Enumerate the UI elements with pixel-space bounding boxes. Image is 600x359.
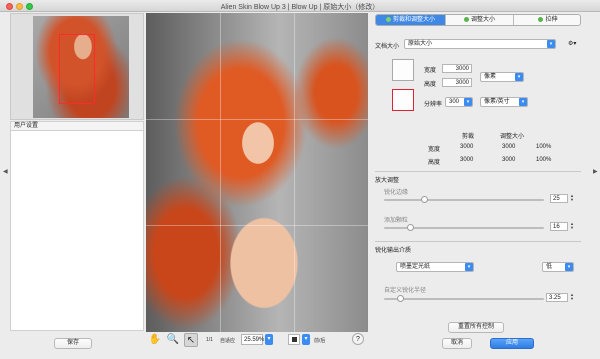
tab-stretch[interactable]: 拉伸 <box>514 15 580 25</box>
background-dropdown[interactable]: ▾ <box>302 334 310 345</box>
navigator-view-frame[interactable] <box>59 34 95 104</box>
navigator-thumbnail[interactable] <box>10 13 144 120</box>
background-swatch[interactable] <box>288 334 300 345</box>
tab-label: 拉伸 <box>545 17 558 23</box>
output-radius-label: 自定义锐化半径 <box>384 288 427 294</box>
tab-crop-resize[interactable]: 剪裁和调整大小 <box>376 15 446 25</box>
chevron-down-icon: ▾ <box>464 98 472 106</box>
window-title: Alien Skin Blow Up 3 | Blow Up | 原始大小（修改… <box>220 4 380 11</box>
width-label: 宽度 <box>424 68 437 74</box>
preset-list[interactable] <box>10 131 144 331</box>
chevron-down-icon: ▾ <box>547 40 555 48</box>
height-field[interactable]: 3000 <box>442 78 472 87</box>
sharpen-edges-field[interactable]: 25 <box>550 194 568 203</box>
tab-status-icon <box>463 17 469 22</box>
output-level-select[interactable]: 低 ▾ <box>542 262 574 272</box>
table-cell: 3000 <box>460 144 474 150</box>
tab-label: 剪裁和调整大小 <box>392 17 435 23</box>
chevron-down-icon: ▾ <box>519 98 527 106</box>
unit-select[interactable]: 像素 ▾ <box>480 72 524 82</box>
sharpen-edges-label: 锐化边缘 <box>384 190 409 196</box>
collapse-left-arrow-icon[interactable]: ◀ <box>3 168 8 175</box>
output-level-value: 低 <box>546 264 553 270</box>
resolution-label: 分辨率 <box>424 102 443 108</box>
resolution-unit-value: 像素/英寸 <box>484 99 510 105</box>
magnifier-icon[interactable]: 🔍 <box>166 333 180 347</box>
tab-label: 调整大小 <box>470 17 495 23</box>
help-button[interactable]: ? <box>352 333 364 345</box>
cancel-button[interactable]: 取消 <box>442 338 472 349</box>
stepper-arrows-icon[interactable]: ▲ ▼ <box>569 194 575 203</box>
apply-button[interactable]: 应用 <box>490 338 534 349</box>
hand-icon[interactable]: ✋ <box>148 333 162 347</box>
add-grain-field[interactable]: 16 <box>550 222 568 231</box>
before-after-label[interactable]: 前/后 <box>314 337 325 344</box>
table-row-label: 宽度 <box>428 147 441 153</box>
preview-image <box>146 13 368 332</box>
table-col-resize: 调整大小 <box>500 134 525 140</box>
stepper-arrows-icon[interactable]: ▲ ▼ <box>569 222 575 231</box>
output-radius-knob[interactable] <box>397 295 404 302</box>
table-col-crop: 剪裁 <box>462 134 475 140</box>
chevron-down-icon: ▾ <box>515 73 523 81</box>
resolution-value: 300 <box>449 99 460 105</box>
title-bar: Alien Skin Blow Up 3 | Blow Up | 原始大小（修改… <box>0 0 600 12</box>
table-cell: 100% <box>536 144 552 150</box>
preset-list-header: 用户设置 <box>10 121 144 131</box>
add-grain-label: 添加颗粒 <box>384 218 409 224</box>
output-media-value: 喷墨定光纸 <box>400 264 431 270</box>
width-field[interactable]: 3000 <box>442 64 472 73</box>
tab-resize[interactable]: 调整大小 <box>446 15 514 25</box>
fit-label[interactable]: 自适应 <box>220 337 235 344</box>
resolution-unit-select[interactable]: 像素/英寸 ▾ <box>480 97 528 107</box>
zoom-level-field[interactable]: 25.59% <box>241 334 264 345</box>
document-size-label: 文档大小 <box>375 44 400 50</box>
chevron-down-icon: ▾ <box>565 263 573 271</box>
mode-tabs: 剪裁和调整大小 调整大小 拉伸 <box>375 14 581 26</box>
sharpen-edges-knob[interactable] <box>421 196 428 203</box>
bottom-toolbar: ✋ 🔍 ↖ 1/1 自适应 25.59% ▾ ▾ 前/后 ? <box>146 333 376 349</box>
section-divider <box>375 171 581 172</box>
table-row-label: 高度 <box>428 160 441 166</box>
tab-status-icon <box>538 17 544 22</box>
grid-line <box>294 13 295 332</box>
output-radius-field[interactable]: 3.25 <box>546 293 568 302</box>
stepper-arrows-icon[interactable]: ▲ ▼ <box>569 293 575 302</box>
sharpen-edges-slider[interactable] <box>384 199 544 201</box>
enlarge-section-title: 放大调整 <box>375 178 400 184</box>
crop-icon[interactable] <box>392 59 414 81</box>
grid-line <box>220 13 221 332</box>
table-cell: 3000 <box>460 157 474 163</box>
save-preset-button[interactable]: 保存 <box>54 338 92 349</box>
output-radius-slider[interactable] <box>384 298 544 300</box>
settings-gear-icon[interactable]: ⚙▾ <box>568 40 576 47</box>
grid-line <box>146 225 368 226</box>
output-media-select[interactable]: 喷墨定光纸 ▾ <box>396 262 474 272</box>
settings-panel: 剪裁和调整大小 调整大小 拉伸 文档大小 原始大小 ▾ ⚙▾ 宽度 3000 高度… <box>370 13 590 359</box>
resolution-select[interactable]: 300 ▾ <box>445 97 473 107</box>
document-size-value: 原始大小 <box>408 41 433 47</box>
add-grain-knob[interactable] <box>406 224 414 231</box>
table-cell: 100% <box>536 157 552 163</box>
collapse-right-arrow-icon[interactable]: ▶ <box>593 168 598 175</box>
output-section-title: 锐化输出介质 <box>375 248 412 254</box>
document-size-select[interactable]: 原始大小 ▾ <box>404 39 556 49</box>
pointer-icon[interactable]: ↖ <box>184 333 198 347</box>
tab-status-icon <box>385 17 391 22</box>
height-label: 高度 <box>424 82 437 88</box>
resolution-lock-icon[interactable] <box>392 89 414 111</box>
ratio-label[interactable]: 1/1 <box>206 337 213 343</box>
zoom-dropdown[interactable]: ▾ <box>265 334 273 345</box>
table-cell: 3000 <box>502 157 516 163</box>
unit-value: 像素 <box>484 74 497 80</box>
grid-line <box>146 119 368 120</box>
table-cell: 3000 <box>502 144 516 150</box>
preview-canvas[interactable] <box>146 13 368 332</box>
reset-all-button[interactable]: 重置所有控制 <box>448 322 504 333</box>
chevron-down-icon: ▾ <box>465 263 473 271</box>
section-divider <box>375 241 581 242</box>
app-window: Alien Skin Blow Up 3 | Blow Up | 原始大小（修改… <box>0 0 600 359</box>
